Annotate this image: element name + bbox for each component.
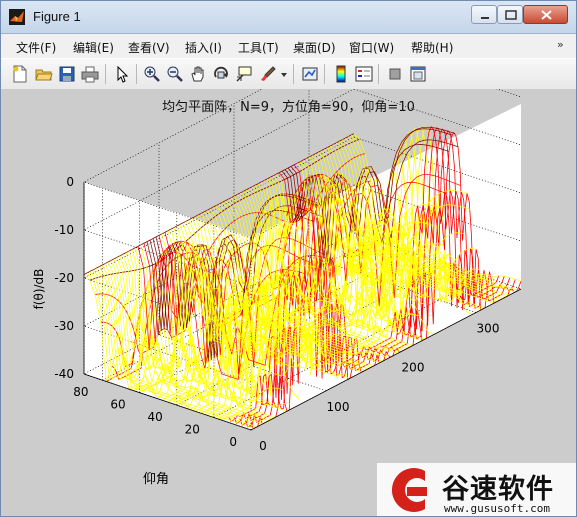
watermark-text: 谷速软件 xyxy=(442,474,554,505)
z-tick-label: -20 xyxy=(54,271,74,285)
x-tick-label: 200 xyxy=(402,361,425,375)
x-tick-label: 0 xyxy=(259,439,267,453)
minimize-button[interactable] xyxy=(471,5,497,24)
z-tick-label: -30 xyxy=(54,319,74,333)
z-tick-label: -40 xyxy=(54,367,74,381)
close-button[interactable] xyxy=(523,5,568,24)
menu-file[interactable]: 文件(F) xyxy=(16,39,56,56)
menu-bar: 文件(F) 编辑(E) 查看(V) 插入(I) 工具(T) 桌面(D) 窗口(W… xyxy=(1,34,576,58)
z-tick-labels: 0 -10 -20 -30 -40 xyxy=(54,175,74,381)
open-file-icon[interactable] xyxy=(35,65,53,83)
menu-insert[interactable]: 插入(I) xyxy=(185,39,222,56)
rotate-3d-icon[interactable] xyxy=(212,65,230,83)
y-tick-label: 40 xyxy=(147,410,162,424)
menu-window[interactable]: 窗口(W) xyxy=(349,39,394,56)
maximize-button[interactable] xyxy=(497,5,523,24)
link-plot-icon[interactable] xyxy=(301,65,319,83)
insert-legend-icon[interactable] xyxy=(355,65,373,83)
grid-line-z xyxy=(496,89,522,98)
window-title: Figure 1 xyxy=(33,9,81,24)
menu-view[interactable]: 查看(V) xyxy=(128,39,170,56)
figure-window: Figure 1 文件(F) 编辑(E) 查看(V) 插入(I) 工具(T) 桌… xyxy=(0,0,577,517)
y-tick-label: 0 xyxy=(229,435,237,449)
show-plot-tools-icon[interactable] xyxy=(409,65,427,83)
chevron-icon[interactable]: » xyxy=(557,38,564,51)
zoom-out-icon[interactable] xyxy=(166,65,184,83)
new-figure-icon[interactable] xyxy=(11,65,29,83)
y-tick-label: 20 xyxy=(185,423,200,437)
x-tick-label: 300 xyxy=(477,322,500,336)
edit-plot-icon[interactable] xyxy=(113,65,131,83)
y-tick-label: 80 xyxy=(73,385,88,399)
z-axis-label: f(θ)/dB xyxy=(32,269,46,310)
menu-tools[interactable]: 工具(T) xyxy=(238,39,279,56)
menu-desktop[interactable]: 桌面(D) xyxy=(293,39,336,56)
z-tick-label: -10 xyxy=(54,223,74,237)
data-cursor-icon[interactable] xyxy=(235,65,253,83)
y-tick-label: 60 xyxy=(110,398,125,412)
hide-plot-tools-icon[interactable] xyxy=(386,65,404,83)
toolbar xyxy=(1,58,576,90)
matlab-logo-icon xyxy=(9,9,25,25)
pan-icon[interactable] xyxy=(189,65,207,83)
surface-plot[interactable]: 0-10-20-30-40 806040200 0100200300 f(θ)/… xyxy=(1,89,576,516)
x-tick-label: 100 xyxy=(327,400,350,414)
insert-colorbar-icon[interactable] xyxy=(332,65,350,83)
watermark-url: www.gususoft.com xyxy=(444,502,550,515)
menu-help[interactable]: 帮助(H) xyxy=(411,39,453,56)
figure-canvas[interactable]: 均匀平面阵，N=9，方位角=90，仰角=10 0 -10 -20 -30 -40… xyxy=(1,89,576,516)
print-icon[interactable] xyxy=(81,65,99,83)
zoom-in-icon[interactable] xyxy=(143,65,161,83)
title-bar: Figure 1 xyxy=(1,1,576,34)
z-tick-label: 0 xyxy=(66,175,74,189)
chevron-down-icon[interactable] xyxy=(279,65,289,83)
menu-edit[interactable]: 编辑(E) xyxy=(73,39,114,56)
y-axis-label: 仰角 xyxy=(143,472,169,487)
brush-icon[interactable] xyxy=(259,65,277,83)
save-icon[interactable] xyxy=(58,65,76,83)
